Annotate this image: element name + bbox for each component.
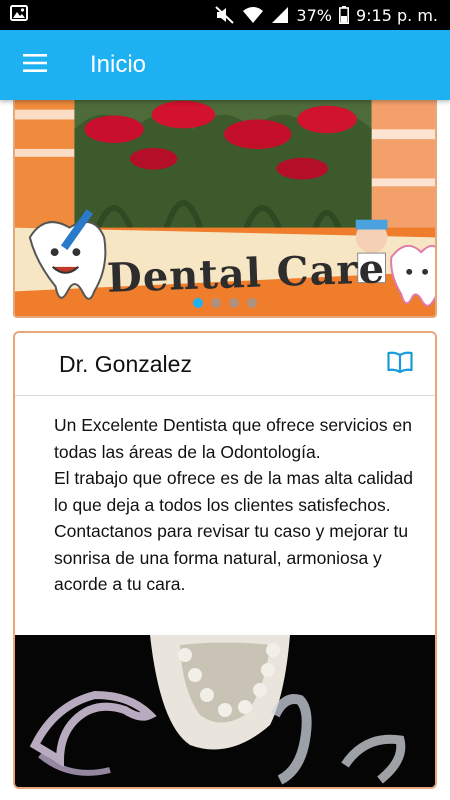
- page-title: Inicio: [90, 51, 147, 78]
- image-carousel[interactable]: Dental Care: [13, 88, 437, 318]
- dentist-card: Dr. Gonzalez Un Excelente Dentista que o…: [13, 331, 437, 789]
- description-paragraph: El trabajo que ofrece es de la mas alta …: [54, 468, 413, 515]
- carousel-dot-1[interactable]: [193, 298, 203, 308]
- card-image: [15, 635, 435, 787]
- signal-icon: [271, 6, 289, 24]
- dental-aligners-image: [15, 635, 435, 787]
- description-paragraph: Contactanos para revisar tu caso y mejor…: [54, 521, 409, 594]
- battery-percent: 37%: [296, 5, 332, 25]
- banner-text: Dental Care: [106, 245, 386, 302]
- carousel-dot-2[interactable]: [211, 298, 221, 308]
- carousel-dot-3[interactable]: [229, 298, 239, 308]
- mute-icon: [215, 6, 235, 24]
- menu-button[interactable]: [0, 30, 70, 100]
- carousel-indicators: [15, 298, 435, 308]
- open-book-icon[interactable]: [387, 351, 413, 378]
- status-indicators: 37% 9:15 p. m.: [215, 6, 438, 25]
- status-bar: 37% 9:15 p. m.: [0, 0, 450, 30]
- card-description: Un Excelente Dentista que ofrece servici…: [15, 396, 435, 598]
- status-time: 9:15 p. m.: [355, 5, 438, 25]
- carousel-dot-4[interactable]: [247, 298, 257, 308]
- image-notification-icon: [10, 5, 28, 25]
- app-bar: Inicio: [0, 30, 450, 100]
- description-paragraph: Un Excelente Dentista que ofrece servici…: [54, 415, 412, 462]
- card-header: Dr. Gonzalez: [15, 333, 435, 396]
- card-title: Dr. Gonzalez: [59, 350, 192, 377]
- battery-icon: [338, 6, 349, 24]
- hamburger-menu-icon: [23, 53, 47, 77]
- wifi-icon: [242, 6, 264, 24]
